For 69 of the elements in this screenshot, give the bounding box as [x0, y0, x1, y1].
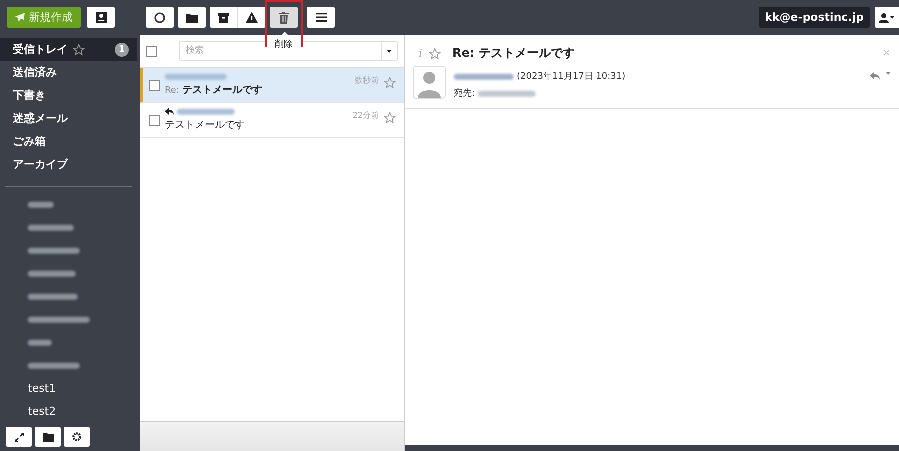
account-label[interactable]: kk@e-postinc.jp	[759, 7, 870, 28]
blurred-text	[28, 340, 52, 346]
star-icon[interactable]	[384, 112, 396, 124]
message-row[interactable]: テストメールです 22分前	[140, 103, 404, 138]
blurred-text	[28, 362, 80, 368]
message-subject: テストメールです	[182, 84, 262, 96]
trash-button[interactable]	[270, 7, 298, 28]
message-time: 22分前	[352, 110, 379, 121]
blurred-text	[28, 248, 80, 254]
star-icon[interactable]	[384, 77, 396, 89]
folder-icon	[42, 432, 54, 442]
search-options-button[interactable]	[382, 41, 398, 61]
reply-prefix: Re:	[165, 86, 180, 96]
blurred-text	[28, 270, 76, 276]
settings-icon	[72, 432, 82, 442]
refresh-icon	[154, 12, 166, 24]
blurred-text	[478, 90, 536, 96]
folder-item[interactable]: test1	[0, 377, 137, 400]
reply-icon[interactable]	[870, 72, 880, 80]
folder-item[interactable]: アーカイブ	[0, 153, 137, 176]
expand-icon	[14, 432, 24, 442]
trash-icon	[279, 12, 289, 24]
warning-button[interactable]	[238, 7, 266, 28]
caret-icon	[387, 50, 392, 52]
folder-item[interactable]: 送信済み	[0, 61, 137, 84]
caret-icon[interactable]	[886, 72, 891, 75]
menu-button[interactable]	[307, 7, 335, 28]
message-checkbox[interactable]	[149, 80, 160, 90]
message-checkbox[interactable]	[149, 114, 160, 126]
unread-badge: 1	[115, 42, 129, 56]
menu-icon	[316, 13, 326, 22]
folder-label: 受信トレイ	[13, 42, 68, 57]
caret-icon	[890, 16, 895, 19]
blurred-text	[454, 74, 514, 80]
folder-icon	[186, 12, 198, 22]
star-icon[interactable]	[428, 48, 441, 60]
message-title: Re: テストメールです	[452, 45, 576, 62]
folder-item[interactable]: 受信トレイ 1	[0, 38, 137, 61]
blurred-text	[28, 224, 74, 230]
star-icon[interactable]	[73, 44, 85, 56]
message-time: 数秒前	[355, 75, 379, 86]
select-all-checkbox[interactable]	[146, 46, 157, 56]
blurred-text	[177, 108, 235, 114]
blurred-text	[28, 202, 54, 208]
message-date: (2023年11月17日 10:31)	[517, 70, 626, 83]
folder-item[interactable]: test2	[0, 400, 137, 423]
message-subject: テストメールです	[165, 120, 245, 131]
folder-button[interactable]	[178, 7, 206, 28]
expand-button[interactable]	[6, 427, 32, 447]
folder-item[interactable]: 下書き	[0, 84, 137, 107]
folder-add-button[interactable]	[35, 427, 61, 447]
user-menu-button[interactable]	[875, 7, 899, 28]
send-icon	[15, 13, 25, 22]
blurred-text	[28, 294, 78, 300]
blurred-text	[28, 316, 90, 322]
blurred-text	[165, 74, 227, 80]
folder-item[interactable]: ごみ箱	[0, 130, 137, 153]
refresh-button[interactable]	[146, 7, 174, 28]
warning-icon	[246, 12, 258, 23]
folder-item[interactable]: 迷惑メール	[0, 107, 137, 130]
archive-button[interactable]	[210, 7, 238, 28]
recipient-label: 宛先:	[454, 88, 476, 100]
settings-button[interactable]	[64, 427, 90, 447]
contact-card-icon	[96, 12, 106, 23]
user-icon	[879, 12, 889, 22]
contacts-button[interactable]	[87, 7, 115, 28]
avatar-icon	[413, 66, 446, 99]
message-row[interactable]: Re: テストメールです 数秒前	[140, 68, 404, 103]
archive-icon	[218, 12, 229, 22]
